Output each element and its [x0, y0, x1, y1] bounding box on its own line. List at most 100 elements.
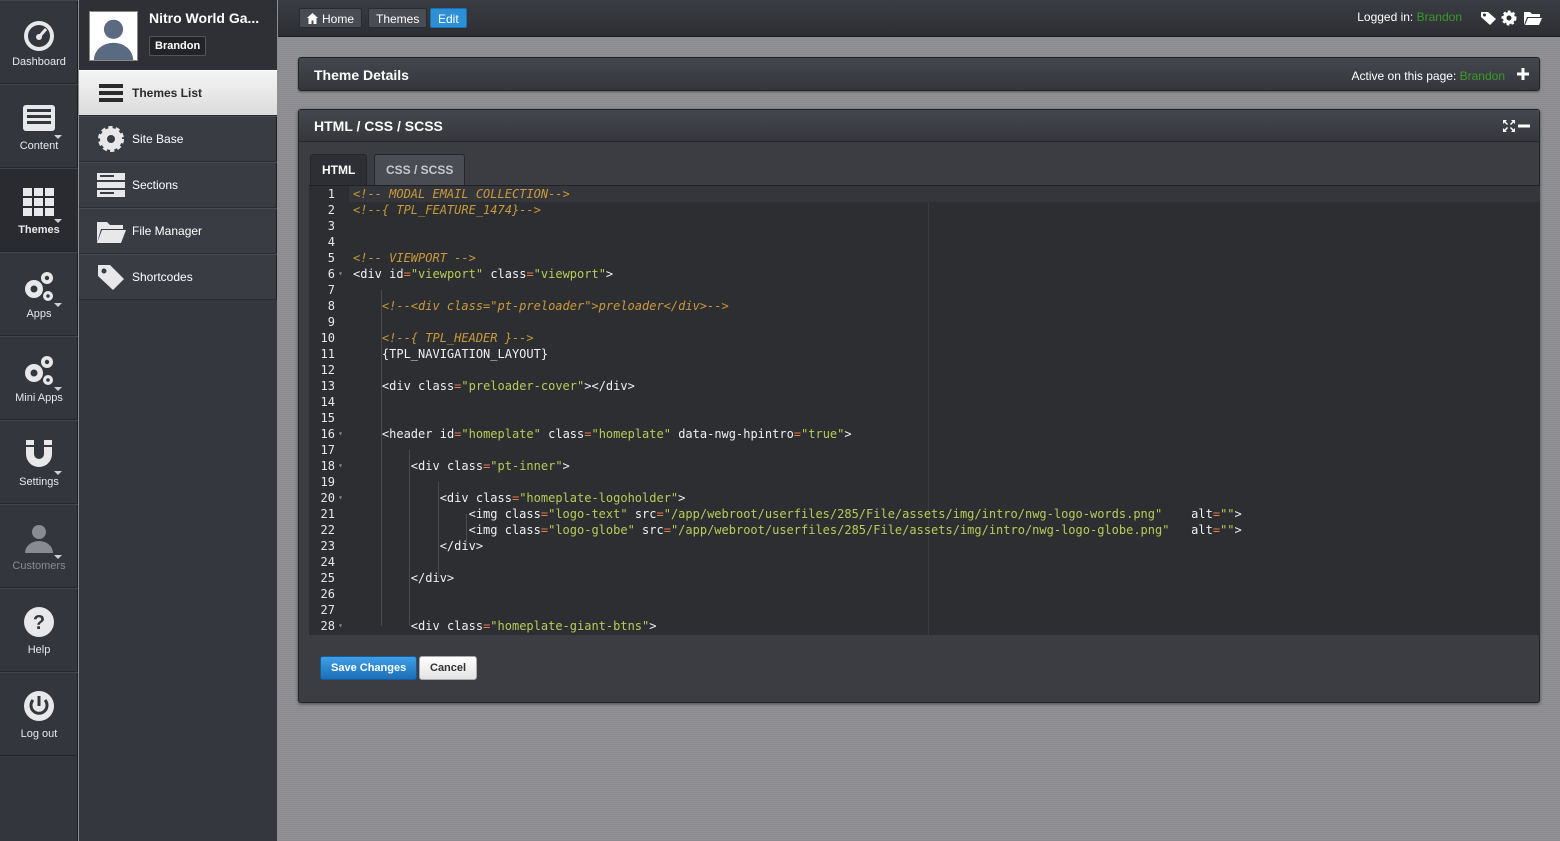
- line-number: 24: [320, 555, 335, 569]
- line-number: 16: [320, 427, 335, 441]
- code-line: <!-- MODAL EMAIL COLLECTION-->: [349, 186, 1540, 202]
- code-line: <!--<div class="pt-preloader">preloader<…: [381, 299, 729, 313]
- code-line: {TPL_NAVIGATION_LAYOUT}: [381, 347, 549, 361]
- print-margin: [928, 186, 929, 635]
- help-icon: ?: [24, 607, 54, 637]
- tag-icon: [98, 265, 124, 290]
- code-line: </div>: [439, 539, 484, 553]
- gears-icon: [25, 272, 53, 301]
- tab-css-scss[interactable]: CSS / SCSS: [374, 154, 466, 186]
- subnav-item-site-base[interactable]: Site Base: [79, 116, 277, 162]
- fold-arrow-icon[interactable]: ▾: [338, 266, 343, 282]
- subnav-label: Sections: [132, 178, 179, 192]
- code-line: <!--{ TPL_HEADER }-->: [381, 331, 534, 345]
- subnav-item-sections[interactable]: Sections: [79, 162, 277, 208]
- editor-panel-header: HTML / CSS / SCSS: [299, 110, 1539, 142]
- rail-item-logout[interactable]: Log out: [0, 672, 78, 756]
- gear-icon[interactable]: [1500, 10, 1518, 26]
- sections-icon: [97, 173, 125, 197]
- collapse-icon[interactable]: [1518, 120, 1530, 132]
- code-line: <img class="logo-globe" src="/app/webroo…: [468, 523, 1242, 537]
- subnav-item-file-manager[interactable]: File Manager: [79, 208, 277, 254]
- breadcrumb-home[interactable]: Home: [299, 8, 363, 28]
- breadcrumb-home-label: Home: [322, 12, 355, 26]
- folder-icon[interactable]: [1524, 10, 1542, 26]
- tags-icon[interactable]: [1480, 10, 1498, 26]
- line-number: 27: [320, 603, 335, 617]
- chevron-down-icon: [54, 303, 62, 307]
- line-number: 19: [320, 475, 335, 489]
- magnet-icon: [26, 440, 52, 467]
- rail-label-settings: Settings: [19, 476, 59, 488]
- chevron-down-icon: [54, 219, 62, 223]
- line-number: 26: [320, 587, 335, 601]
- code-line: </div>: [410, 571, 455, 585]
- line-number: 17: [320, 443, 335, 457]
- subnav-item-shortcodes[interactable]: Shortcodes: [79, 254, 277, 300]
- code-line: <!-- VIEWPORT -->: [353, 251, 476, 265]
- top-bar: Home Themes Edit Logged in: Brandon: [278, 0, 1560, 37]
- rail-item-settings[interactable]: Settings: [0, 420, 78, 504]
- subnav-label: File Manager: [132, 224, 203, 238]
- themes-grid-icon: [23, 188, 54, 216]
- line-number: 1: [327, 187, 335, 201]
- save-changes-button[interactable]: Save Changes: [320, 656, 418, 680]
- logged-in-user[interactable]: Brandon: [1417, 10, 1462, 24]
- rail-item-content[interactable]: Content: [0, 84, 78, 168]
- rail-label-dashboard: Dashboard: [12, 56, 66, 68]
- rail-item-dashboard[interactable]: Dashboard: [0, 0, 78, 84]
- active-label: Active on this page:: [1351, 69, 1457, 83]
- line-number: 14: [320, 395, 335, 409]
- rail-item-apps[interactable]: Apps: [0, 252, 78, 336]
- avatar[interactable]: [89, 11, 138, 61]
- fold-arrow-icon[interactable]: ▾: [338, 426, 343, 442]
- svg-text:?: ?: [33, 612, 45, 634]
- subnav-label: Shortcodes: [132, 270, 193, 284]
- expand-icon[interactable]: [1503, 120, 1515, 132]
- tab-html[interactable]: HTML: [310, 154, 368, 186]
- content-icon: [23, 105, 55, 131]
- rail-label-help: Help: [27, 644, 51, 656]
- line-number: 8: [327, 299, 335, 313]
- code-line: <img class="logo-text" src="/app/webroot…: [468, 507, 1242, 521]
- subnav-item-themes-list[interactable]: Themes List: [79, 70, 277, 116]
- code-editor[interactable]: 1 2 3 4 5 6 7 8 9 10 11 12 13 14 15 16 1…: [309, 185, 1540, 635]
- cancel-button[interactable]: Cancel: [419, 656, 478, 680]
- fold-arrow-icon[interactable]: ▾: [338, 618, 343, 634]
- rail-item-help[interactable]: ? Help: [0, 588, 78, 672]
- folder-icon: [97, 222, 126, 243]
- logged-in-label: Logged in:: [1357, 10, 1414, 24]
- avatar-silhouette-icon: [90, 12, 137, 60]
- plus-icon[interactable]: [1517, 68, 1529, 80]
- line-number: 3: [327, 219, 335, 233]
- rail-item-customers[interactable]: Customers: [0, 504, 78, 588]
- line-number: 4: [327, 235, 335, 249]
- line-number: 18: [320, 459, 335, 473]
- chevron-down-icon: [54, 471, 62, 475]
- code-line: <div class="pt-inner">: [410, 459, 570, 473]
- user-badge[interactable]: Brandon: [149, 36, 207, 56]
- gear-icon: [98, 126, 124, 152]
- rail-label-themes: Themes: [18, 224, 60, 236]
- fold-arrow-icon[interactable]: ▾: [338, 458, 343, 474]
- rail-item-themes[interactable]: Themes: [0, 168, 78, 252]
- breadcrumb-edit[interactable]: Edit: [430, 8, 467, 28]
- theme-details-title: Theme Details: [314, 67, 409, 83]
- profile-block: Nitro World Ga... Brandon: [79, 0, 277, 70]
- code-line: <div class="homeplate-giant-btns">: [410, 619, 657, 633]
- rail-item-mini-apps[interactable]: Mini Apps: [0, 336, 78, 420]
- line-number: 28: [320, 619, 335, 633]
- active-user[interactable]: Brandon: [1460, 69, 1505, 83]
- fold-arrow-icon[interactable]: ▾: [338, 490, 343, 506]
- breadcrumb-themes[interactable]: Themes: [368, 8, 428, 28]
- line-number: 21: [320, 507, 335, 521]
- code-line: <header id="homeplate" class="homeplate"…: [381, 427, 852, 441]
- code-line: <!--{ TPL_FEATURE_1474}-->: [353, 203, 541, 217]
- line-number: 9: [327, 315, 335, 329]
- html-css-editor-panel: HTML / CSS / SCSS HTML CSS / SCSS 1 2 3 …: [298, 109, 1540, 703]
- line-number: 23: [320, 539, 335, 553]
- rail-label-apps: Apps: [26, 308, 52, 320]
- editor-title: HTML / CSS / SCSS: [314, 118, 443, 134]
- subnav-empty-area: [79, 300, 277, 841]
- code-line: <div class="homeplate-logoholder">: [439, 491, 686, 505]
